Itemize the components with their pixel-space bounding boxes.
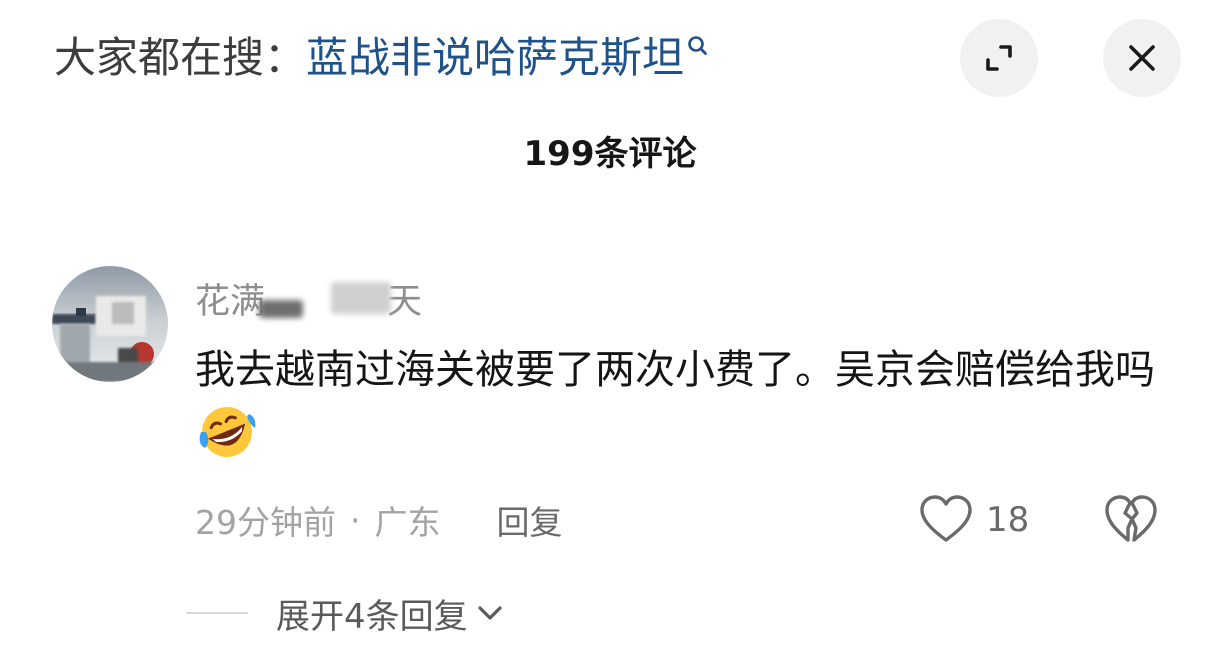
heart-icon xyxy=(920,495,972,542)
comment-location: 广东 xyxy=(374,503,441,542)
username-redaction xyxy=(259,300,304,318)
search-icon[interactable] xyxy=(686,34,710,64)
search-prefix: 大家都在搜： xyxy=(54,33,307,82)
comment-time: 29分钟前 xyxy=(195,503,336,542)
username-start: 花满 xyxy=(195,281,266,322)
comment-panel: 大家都在搜： 蓝战非说哈萨克斯坦 199条评论 花满 天 我去越南过海关被要了两… xyxy=(0,0,1220,653)
meta-separator: · xyxy=(350,500,361,540)
like-count: 18 xyxy=(986,500,1030,540)
comment-body: 我去越南过海关被要了两次小费了。吴京会赔偿给我吗 xyxy=(195,347,1155,393)
expand-replies-button[interactable]: 展开4条回复 xyxy=(186,588,504,638)
trending-search-link[interactable]: 蓝战非说哈萨克斯坦 xyxy=(306,28,684,88)
comment-text: 我去越南过海关被要了两次小费了。吴京会赔偿给我吗 xyxy=(195,338,1175,467)
expand-button[interactable] xyxy=(960,19,1038,97)
username[interactable]: 花满 天 xyxy=(195,273,422,323)
chevron-down-icon xyxy=(478,606,502,620)
expand-replies-label: 展开4条回复 xyxy=(276,596,468,637)
reply-button[interactable]: 回复 xyxy=(497,496,563,544)
replies-divider xyxy=(186,612,248,614)
close-button[interactable] xyxy=(1103,19,1181,97)
laughing-emoji-icon xyxy=(197,402,257,462)
avatar[interactable] xyxy=(52,266,168,382)
username-end: 天 xyxy=(387,281,423,322)
expand-icon xyxy=(986,45,1012,71)
trending-search: 大家都在搜： 蓝战非说哈萨克斯坦 xyxy=(54,28,710,88)
comment-count-title: 199条评论 xyxy=(523,134,697,174)
comment-meta: 29分钟前 · 广东 回复 xyxy=(195,494,563,546)
close-icon xyxy=(1129,45,1155,71)
like-button[interactable]: 18 xyxy=(918,494,1029,546)
username-redaction xyxy=(331,282,392,314)
dislike-button[interactable] xyxy=(1104,494,1158,546)
broken-heart-icon xyxy=(1105,495,1157,542)
